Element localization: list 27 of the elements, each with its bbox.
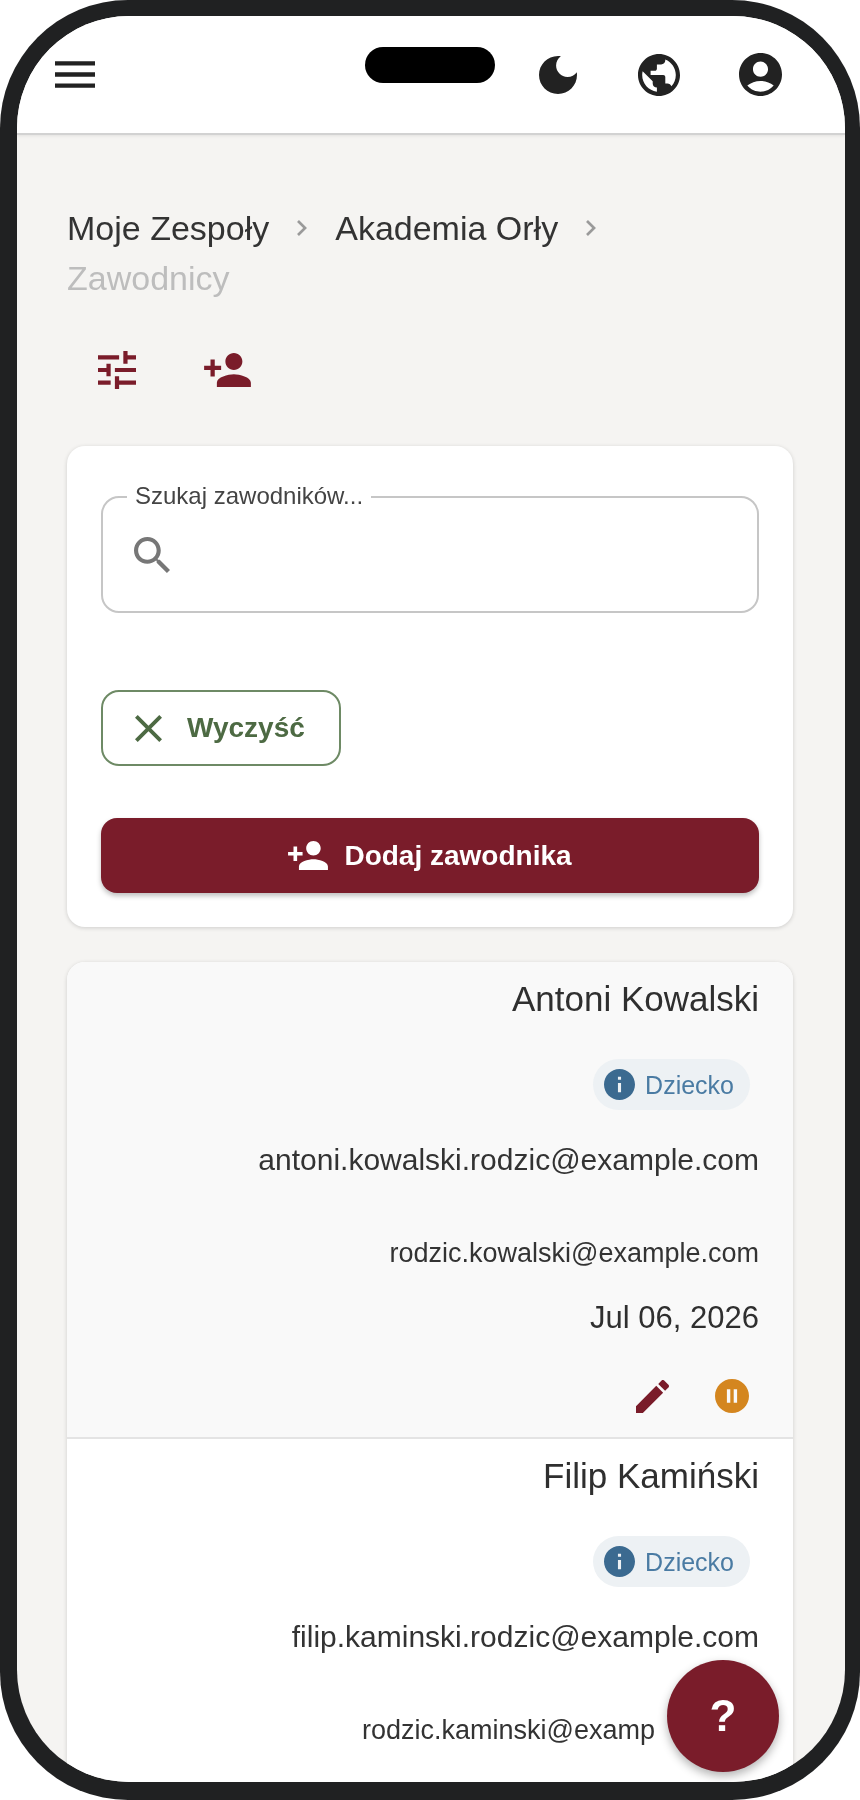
moon-icon [539,55,577,94]
breadcrumb-current: Zawodnicy [67,258,230,299]
clear-button[interactable]: Wyczyść [101,690,341,766]
menu-icon [55,61,95,88]
pencil-icon [635,1379,669,1413]
player-email: antoni.kowalski.rodzic@example.com [258,1143,759,1177]
globe-icon [638,53,680,96]
add-person-icon [288,841,329,870]
info-icon [604,1546,636,1577]
player-email: filip.kaminski.rodzic@example.com [291,1620,759,1654]
chevron-right-icon [297,220,308,236]
breadcrumb-link[interactable]: Moje Zespoły [67,203,270,253]
player-date: Jul 06, 2026 [590,1299,759,1337]
sliders-icon [98,351,136,389]
info-icon [604,1069,636,1100]
close-icon [135,714,162,742]
add-player-button[interactable]: Dodaj zawodnika [101,818,759,893]
add-person-icon [203,353,251,387]
category-label: Dziecko [645,1546,734,1577]
chevron-right-icon [586,220,597,236]
secondary-email: rodzic.kaminski@examp [362,1714,655,1747]
player-name: Antoni Kowalski [511,979,759,1019]
player-name: Filip Kamiński [543,1456,759,1496]
secondary-email: rodzic.kowalski@example.com [389,1237,759,1270]
breadcrumb-link[interactable]: Akademia Orły [335,203,559,253]
category-label: Dziecko [645,1069,734,1100]
search-icon [134,536,170,573]
